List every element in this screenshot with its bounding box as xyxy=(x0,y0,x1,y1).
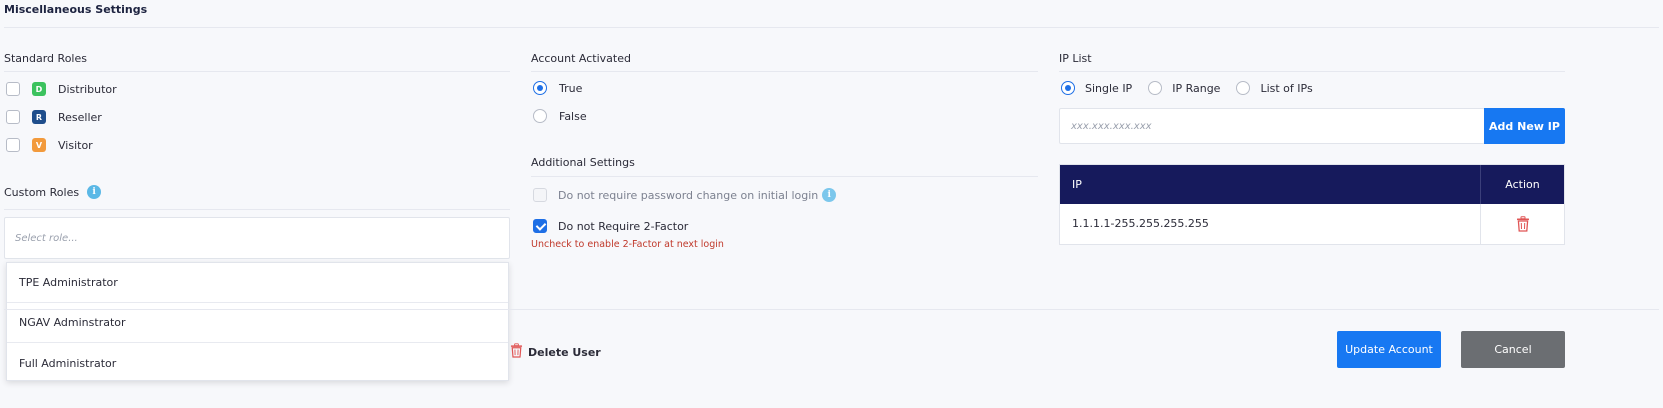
add-new-ip-button[interactable]: Add New IP xyxy=(1484,108,1565,144)
standard-roles-divider xyxy=(4,71,510,72)
ip-cell: 1.1.1.1-255.255.255.255 xyxy=(1072,217,1209,230)
delete-user-label: Delete User xyxy=(528,345,601,359)
custom-roles-header: Custom Roles i xyxy=(4,185,102,199)
ip-table: IP Action 1.1.1.1-255.255.255.255 xyxy=(1059,164,1565,245)
role-visitor-checkbox[interactable] xyxy=(6,138,20,152)
ip-mode-range-radio[interactable] xyxy=(1148,81,1163,95)
account-activated-false-radio[interactable] xyxy=(533,109,547,123)
ip-mode-list-label: List of IPs xyxy=(1260,81,1313,95)
section-title: Miscellaneous Settings xyxy=(4,3,148,16)
role-visitor[interactable]: V Visitor xyxy=(6,136,117,154)
standard-roles-list: D Distributor R Reseller V Visitor xyxy=(6,80,117,154)
role-select-placeholder: Select role... xyxy=(15,232,78,244)
ip-list-divider xyxy=(1059,71,1565,72)
ip-mode-single-label: Single IP xyxy=(1085,81,1133,95)
two-factor-label: Do not Require 2-Factor xyxy=(558,219,689,233)
role-reseller[interactable]: R Reseller xyxy=(6,108,117,126)
account-activated-false-label: False xyxy=(559,109,587,123)
additional-settings-divider xyxy=(531,176,1038,177)
ip-mode-list-radio[interactable] xyxy=(1236,81,1251,95)
account-activated-false[interactable]: False xyxy=(533,109,587,123)
role-reseller-label: Reseller xyxy=(58,110,102,124)
two-factor-setting[interactable]: Do not Require 2-Factor xyxy=(533,219,688,233)
password-change-setting: Do not require password change on initia… xyxy=(533,188,837,202)
account-activated-true[interactable]: True xyxy=(533,81,582,95)
two-factor-hint: Uncheck to enable 2-Factor at next login xyxy=(531,239,724,250)
action-column-header: Action xyxy=(1505,178,1540,191)
custom-roles-divider xyxy=(4,209,510,210)
ip-list-heading: IP List xyxy=(1059,52,1092,65)
ip-mode-range-label: IP Range xyxy=(1172,81,1221,95)
password-change-info-icon[interactable]: i xyxy=(822,188,837,202)
password-change-checkbox xyxy=(533,188,547,202)
cancel-button[interactable]: Cancel xyxy=(1461,331,1565,368)
role-option-tpe-administrator[interactable]: TPE Administrator xyxy=(7,263,508,303)
reseller-badge-icon: R xyxy=(32,110,46,124)
role-option-full-administrator[interactable]: Full Administrator xyxy=(7,343,508,383)
two-factor-checkbox[interactable] xyxy=(533,219,547,233)
delete-ip-trash-icon[interactable] xyxy=(1516,216,1530,235)
role-select-input[interactable]: Select role... xyxy=(4,217,510,259)
role-dropdown-menu: TPE Administrator NGAV Adminstrator Full… xyxy=(6,262,509,381)
footer-divider xyxy=(4,309,1659,310)
ip-address-input[interactable]: xxx.xxx.xxx.xxx xyxy=(1059,108,1485,144)
role-distributor[interactable]: D Distributor xyxy=(6,80,117,98)
account-activated-heading: Account Activated xyxy=(531,52,631,65)
ip-column-header: IP xyxy=(1072,178,1082,191)
row-column-divider xyxy=(1480,204,1481,244)
ip-table-header: IP Action xyxy=(1060,165,1564,204)
additional-settings-heading: Additional Settings xyxy=(531,156,635,169)
role-distributor-checkbox[interactable] xyxy=(6,82,20,96)
ip-mode-single-radio[interactable] xyxy=(1061,81,1075,95)
account-activated-true-radio[interactable] xyxy=(533,81,547,95)
account-activated-true-label: True xyxy=(559,81,583,95)
update-account-button[interactable]: Update Account xyxy=(1337,331,1441,368)
role-distributor-label: Distributor xyxy=(58,82,117,96)
delete-user-trash-icon xyxy=(510,343,523,361)
password-change-label: Do not require password change on initia… xyxy=(558,188,819,202)
account-activated-divider xyxy=(531,71,1038,72)
role-visitor-label: Visitor xyxy=(58,138,93,152)
standard-roles-heading: Standard Roles xyxy=(4,52,87,65)
distributor-badge-icon: D xyxy=(32,82,46,96)
role-reseller-checkbox[interactable] xyxy=(6,110,20,124)
delete-user-button[interactable]: Delete User xyxy=(510,343,601,361)
table-row: 1.1.1.1-255.255.255.255 xyxy=(1060,204,1564,244)
custom-roles-info-icon[interactable]: i xyxy=(87,185,102,199)
custom-roles-heading: Custom Roles xyxy=(4,185,80,199)
visitor-badge-icon: V xyxy=(32,138,46,152)
ip-mode-group: Single IP IP Range List of IPs xyxy=(1061,81,1313,95)
ip-address-placeholder: xxx.xxx.xxx.xxx xyxy=(1071,120,1152,132)
section-divider xyxy=(4,27,1659,28)
